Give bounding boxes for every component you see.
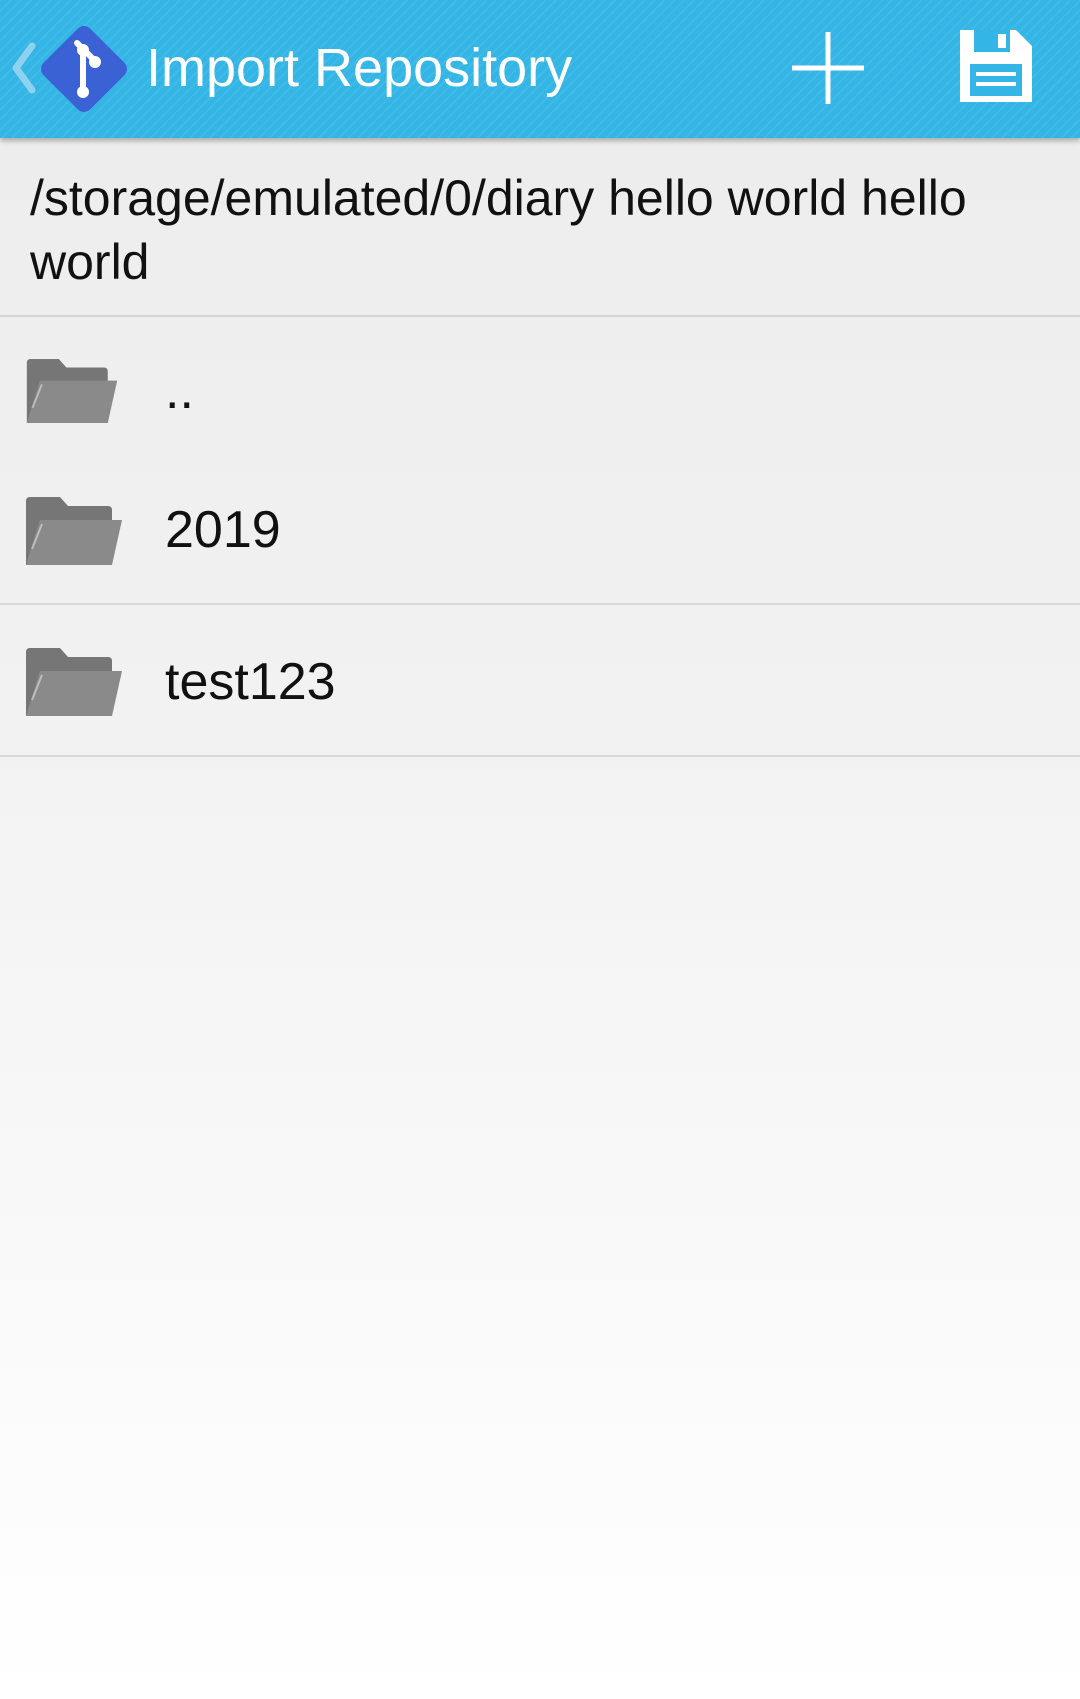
plus-icon[interactable]	[788, 28, 868, 108]
current-path: /storage/emulated/0/diary hello world he…	[30, 170, 967, 290]
folder-icon	[26, 648, 122, 716]
git-logo-icon[interactable]	[34, 19, 134, 119]
folder-row-parent[interactable]: ..	[0, 317, 1080, 462]
folder-row-test123[interactable]: test123	[0, 605, 1080, 757]
action-bar: Import Repository	[0, 0, 1080, 138]
folder-label: test123	[165, 653, 336, 711]
page-title: Import Repository	[146, 38, 573, 98]
folder-label: ..	[165, 362, 194, 420]
floppy-disk-icon[interactable]	[958, 28, 1034, 104]
folder-icon	[26, 359, 118, 423]
current-path-header: /storage/emulated/0/diary hello world he…	[0, 138, 1080, 317]
folder-row-2019[interactable]: 2019	[0, 462, 1080, 605]
folder-icon	[26, 497, 122, 565]
folder-label: 2019	[165, 501, 281, 559]
